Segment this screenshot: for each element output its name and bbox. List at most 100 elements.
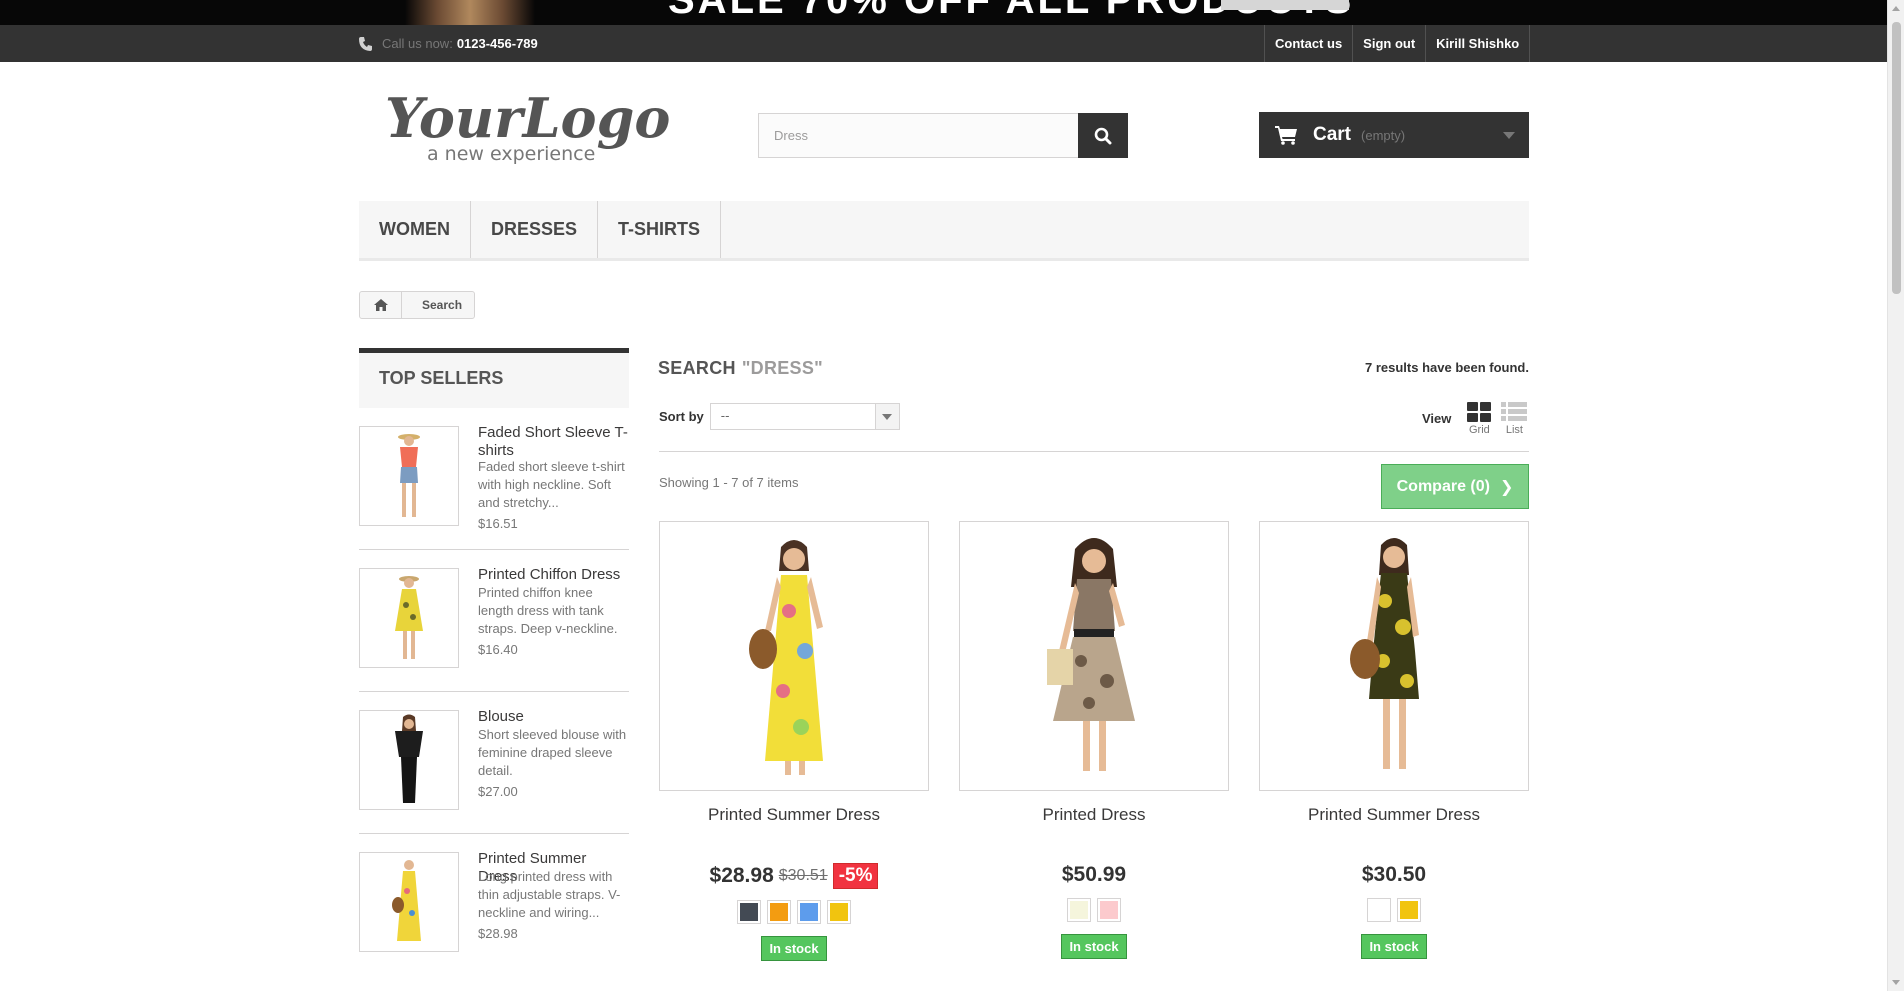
scrollbar-thumb[interactable]	[1892, 22, 1901, 294]
breadcrumb-home[interactable]	[360, 292, 402, 318]
shopping-cart-icon	[1275, 126, 1297, 145]
product-image[interactable]	[659, 521, 929, 791]
color-swatches	[959, 898, 1229, 922]
phone-number: 0123-456-789	[456, 36, 538, 51]
product-image[interactable]	[1259, 521, 1529, 791]
product-thumbnail[interactable]	[359, 426, 459, 526]
product-image[interactable]	[959, 521, 1229, 791]
search-input[interactable]	[758, 113, 1078, 158]
product-old-price: $30.51	[778, 867, 828, 884]
view-switcher: View Grid List	[1422, 402, 1537, 436]
results-count: 7 results have been found.	[1365, 360, 1529, 375]
divider	[659, 451, 1529, 452]
product-prices: $28.98 $30.51 -5%	[659, 863, 929, 889]
view-grid-button[interactable]: Grid	[1467, 402, 1492, 436]
view-label: View	[1422, 411, 1452, 426]
stock-badge: In stock	[1061, 934, 1127, 959]
cart-status: (empty)	[1361, 127, 1406, 143]
product-card: Printed Summer Dress $28.98 $30.51 -5% I…	[659, 521, 929, 961]
product-name[interactable]: Printed Summer Dress	[1259, 805, 1529, 825]
home-icon	[373, 299, 388, 311]
top-seller-price: $27.00	[478, 784, 518, 799]
logo-text: YourLogo	[385, 86, 670, 150]
search-button[interactable]	[1078, 113, 1128, 158]
menu-item-dresses[interactable]: Dresses	[471, 201, 599, 258]
product-name[interactable]: Printed Dress	[959, 805, 1229, 825]
showing-count: Showing 1 - 7 of 7 items	[659, 475, 799, 490]
compare-button[interactable]: Compare (0) ❯	[1381, 464, 1529, 509]
top-sellers-title[interactable]: Top sellers	[359, 348, 629, 408]
cart-label: Cart	[1313, 124, 1352, 145]
top-seller-desc: Faded short sleeve t-shirt with high nec…	[478, 459, 625, 510]
contact-us-link[interactable]: Contact us	[1265, 25, 1354, 62]
top-seller-name[interactable]: Blouse	[478, 708, 628, 726]
search-bar	[758, 113, 1128, 158]
stock-badge: In stock	[761, 936, 827, 961]
call-label: Call us now:	[382, 36, 453, 51]
top-seller-desc: Short sleeved blouse with feminine drape…	[478, 727, 627, 778]
color-swatches	[659, 900, 929, 924]
breadcrumb-current: Search	[422, 298, 463, 312]
account-link[interactable]: Kirill Shishko	[1426, 25, 1531, 62]
chevron-right-icon: ❯	[1499, 478, 1514, 496]
chevron-down-icon	[874, 404, 899, 429]
sort-bar: Sort by --	[659, 403, 900, 430]
page-title: Search "Dress"	[658, 358, 823, 379]
sort-select[interactable]: --	[709, 403, 900, 430]
product-card: Printed Summer Dress $30.50 In stock	[1259, 521, 1529, 959]
product-price: $30.50	[1361, 863, 1427, 886]
product-price: $50.99	[1061, 863, 1127, 886]
color-swatches	[1259, 898, 1529, 922]
view-grid-label: Grid	[1469, 424, 1490, 436]
top-seller-desc: Long printed dress with thin adjustable …	[478, 869, 621, 920]
user-links: Contact us Sign out Kirill Shishko	[1264, 25, 1531, 62]
discount-badge: -5%	[832, 863, 879, 889]
search-query: "Dress"	[741, 358, 823, 378]
color-swatch[interactable]	[1397, 898, 1421, 922]
list-item: Blouse Short sleeved blouse with feminin…	[359, 692, 629, 834]
list-icon	[1501, 402, 1528, 421]
cart-dropdown-icon	[1503, 132, 1515, 139]
top-seller-desc: Printed chiffon knee length dress with t…	[478, 585, 618, 636]
sign-out-link[interactable]: Sign out	[1353, 25, 1427, 62]
list-item: Printed Chiffon Dress Printed chiffon kn…	[359, 550, 629, 692]
promo-banner[interactable]: SALE 70% OFF ALL PRODUCTS	[0, 0, 1887, 25]
main-menu: Women Dresses T-shirts	[359, 201, 1529, 261]
top-seller-name[interactable]: Printed Chiffon Dress	[478, 566, 628, 584]
color-swatch[interactable]	[1097, 898, 1121, 922]
color-swatch[interactable]	[767, 900, 791, 924]
scroll-up-icon[interactable]	[1892, 6, 1900, 11]
top-seller-price: $16.51	[478, 516, 518, 531]
view-list-label: List	[1505, 424, 1523, 436]
product-thumbnail[interactable]	[359, 852, 459, 952]
menu-item-tshirts[interactable]: T-shirts	[598, 201, 722, 258]
top-seller-price: $28.98	[478, 926, 518, 941]
view-list-button[interactable]: List	[1501, 402, 1528, 436]
product-prices: $50.99	[959, 863, 1229, 887]
site-logo[interactable]: YourLogo a new experience	[385, 85, 670, 170]
color-swatch[interactable]	[827, 900, 851, 924]
list-item: Printed Summer Dress Long printed dress …	[359, 834, 629, 976]
logo-tagline: a new experience	[427, 143, 595, 165]
product-card: Printed Dress $50.99 In stock	[959, 521, 1229, 959]
top-seller-price: $16.40	[478, 642, 518, 657]
color-swatch[interactable]	[1367, 898, 1391, 922]
color-swatch[interactable]	[1067, 898, 1091, 922]
product-name[interactable]: Printed Summer Dress	[659, 805, 929, 825]
product-thumbnail[interactable]	[359, 710, 459, 810]
scroll-down-icon[interactable]	[1892, 980, 1900, 985]
page-title-label: Search	[658, 358, 736, 378]
top-seller-name[interactable]: Faded Short Sleeve T-shirts	[478, 424, 628, 460]
compare-label: Compare (0)	[1396, 477, 1490, 495]
search-icon	[1094, 127, 1112, 144]
sort-label: Sort by	[659, 409, 704, 424]
banner-shop-button[interactable]	[1221, 0, 1349, 10]
top-sellers-block: Top sellers Faded Short Sleeve T-shirts …	[359, 348, 629, 976]
color-swatch[interactable]	[797, 900, 821, 924]
color-swatch[interactable]	[737, 900, 761, 924]
product-thumbnail[interactable]	[359, 568, 459, 668]
top-bar: Call us now: 0123-456-789 Contact us Sig…	[0, 25, 1887, 62]
page-scrollbar[interactable]	[1887, 0, 1904, 991]
cart-button[interactable]: Cart (empty)	[1259, 112, 1529, 158]
menu-item-women[interactable]: Women	[359, 201, 471, 258]
